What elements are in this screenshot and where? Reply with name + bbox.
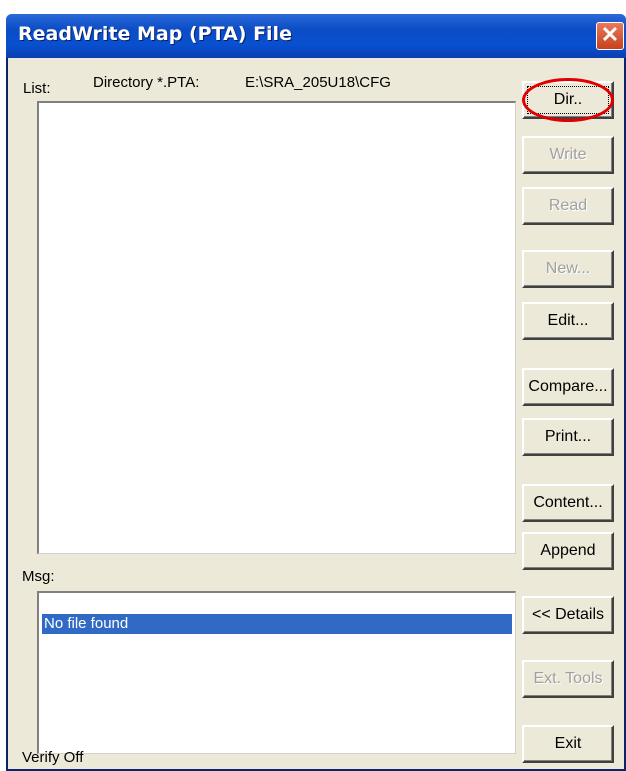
list-label: List:	[23, 80, 51, 97]
window-title: ReadWrite Map (PTA) File	[18, 23, 292, 45]
new-button[interactable]: New...	[522, 250, 614, 288]
close-icon: ✕	[600, 22, 620, 47]
exit-button[interactable]: Exit	[522, 725, 614, 763]
verify-status: Verify Off	[22, 749, 84, 766]
directory-path: E:\SRA_205U18\CFG	[245, 74, 391, 91]
title-bar[interactable]: ReadWrite Map (PTA) File ✕	[6, 14, 626, 58]
append-button[interactable]: Append	[522, 532, 614, 570]
ext-tools-button[interactable]: Ext. Tools	[522, 660, 614, 698]
edit-button[interactable]: Edit...	[522, 302, 614, 340]
msg-label: Msg:	[22, 568, 55, 585]
directory-label: Directory *.PTA:	[93, 74, 200, 91]
content-button[interactable]: Content...	[522, 484, 614, 522]
file-list[interactable]	[37, 101, 516, 554]
message-item[interactable]: No file found	[42, 614, 512, 634]
dir-button[interactable]: Dir..	[522, 81, 614, 119]
close-button[interactable]: ✕	[596, 22, 624, 50]
print-button[interactable]: Print...	[522, 418, 614, 456]
details-button[interactable]: << Details	[522, 596, 614, 634]
read-button[interactable]: Read	[522, 187, 614, 225]
write-button[interactable]: Write	[522, 136, 614, 174]
compare-button[interactable]: Compare...	[522, 368, 614, 406]
message-list[interactable]: No file found	[37, 591, 516, 754]
